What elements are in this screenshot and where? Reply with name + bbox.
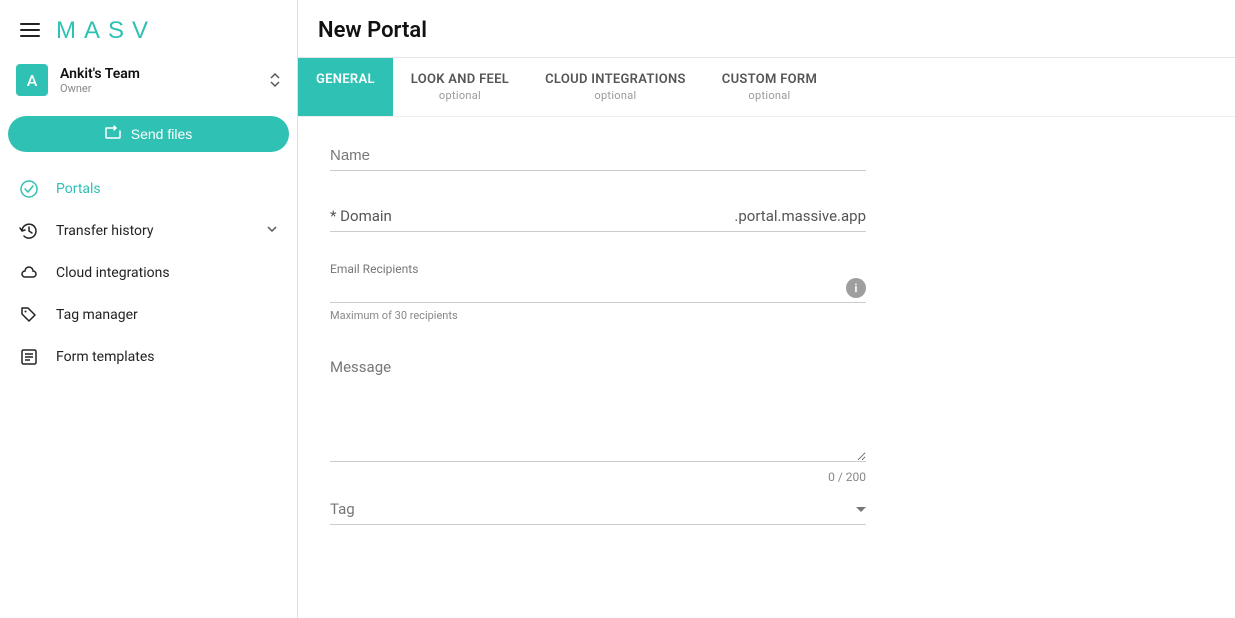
tag-icon (18, 304, 40, 326)
send-icon (105, 125, 123, 144)
name-input[interactable] (330, 141, 866, 171)
tag-label: Tag (330, 500, 856, 518)
dropdown-icon (856, 507, 866, 512)
domain-label: * Domain (330, 207, 392, 225)
chevron-down-icon (265, 222, 279, 240)
tab-look-and-feel[interactable]: LOOK AND FEEL optional (393, 58, 527, 116)
sidebar-header: MASV (0, 0, 297, 52)
sidebar-item-cloud-integrations[interactable]: Cloud integrations (0, 252, 297, 294)
sidebar-item-label: Cloud integrations (56, 265, 279, 281)
sidebar-item-form-templates[interactable]: Form templates (0, 336, 297, 378)
hamburger-menu-icon[interactable] (16, 19, 44, 41)
tag-select[interactable]: Tag (330, 494, 866, 525)
tab-optional: optional (722, 89, 817, 102)
sidebar-item-label: Portals (56, 181, 279, 197)
tab-optional: optional (545, 89, 686, 102)
sidebar-item-transfer-history[interactable]: Transfer history (0, 210, 297, 252)
tab-label: GENERAL (316, 72, 375, 87)
field-message: 0 / 200 (330, 352, 866, 484)
send-files-label: Send files (131, 126, 192, 142)
team-info: Ankit's Team Owner (60, 66, 257, 95)
domain-suffix: .portal.massive.app (734, 207, 866, 225)
field-name (330, 141, 866, 171)
svg-text:MASV: MASV (56, 17, 156, 44)
tab-label: LOOK AND FEEL (411, 72, 509, 87)
tab-label: CLOUD INTEGRATIONS (545, 72, 686, 87)
team-name: Ankit's Team (60, 66, 257, 82)
portals-icon (18, 178, 40, 200)
tab-optional: optional (411, 89, 509, 102)
tab-custom-form[interactable]: CUSTOM FORM optional (704, 58, 835, 116)
recipients-label: Email Recipients (330, 262, 866, 276)
tab-cloud-integrations[interactable]: CLOUD INTEGRATIONS optional (527, 58, 704, 116)
field-tag: Tag (330, 494, 866, 525)
team-switcher[interactable]: A Ankit's Team Owner (0, 52, 297, 108)
up-down-chevron-icon (269, 72, 281, 88)
team-role: Owner (60, 82, 257, 95)
send-files-button[interactable]: Send files (8, 116, 289, 152)
recipients-helper: Maximum of 30 recipients (330, 309, 866, 322)
page-title: New Portal (298, 0, 1235, 58)
sidebar-item-tag-manager[interactable]: Tag manager (0, 294, 297, 336)
form-icon (18, 346, 40, 368)
logo[interactable]: MASV (56, 16, 176, 44)
main: New Portal GENERAL LOOK AND FEEL optiona… (298, 0, 1235, 618)
domain-input[interactable] (392, 201, 735, 231)
cloud-icon (18, 262, 40, 284)
message-counter: 0 / 200 (330, 470, 866, 484)
field-domain: * Domain .portal.massive.app (330, 201, 866, 232)
tabs: GENERAL LOOK AND FEEL optional CLOUD INT… (298, 58, 1235, 117)
sidebar-nav: Portals Transfer history Cloud integrati… (0, 164, 297, 378)
message-textarea[interactable] (330, 352, 866, 462)
history-icon (18, 220, 40, 242)
sidebar-item-label: Tag manager (56, 307, 279, 323)
tab-label: CUSTOM FORM (722, 72, 817, 87)
avatar: A (16, 64, 48, 96)
tab-general[interactable]: GENERAL (298, 58, 393, 116)
field-recipients: Email Recipients i Maximum of 30 recipie… (330, 262, 866, 322)
sidebar: MASV A Ankit's Team Owner (0, 0, 298, 618)
form-general: * Domain .portal.massive.app Email Recip… (298, 117, 898, 579)
sidebar-item-label: Form templates (56, 349, 279, 365)
sidebar-item-label: Transfer history (56, 223, 249, 239)
sidebar-item-portals[interactable]: Portals (0, 168, 297, 210)
info-icon[interactable]: i (846, 278, 866, 298)
recipients-input[interactable] (330, 280, 846, 296)
